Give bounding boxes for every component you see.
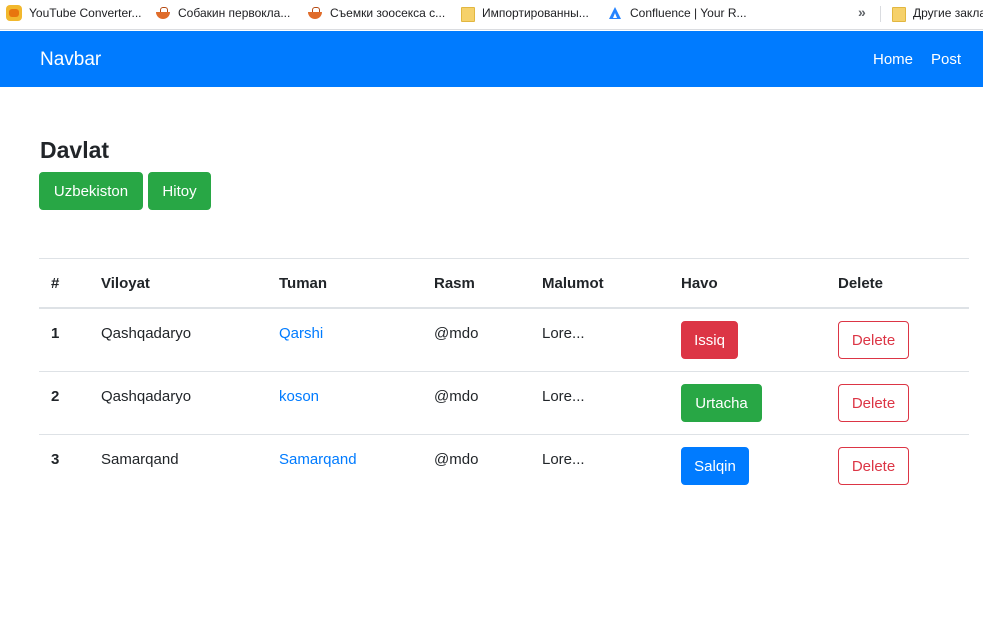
nav-link-home[interactable]: Home: [873, 51, 913, 68]
nav-link-post[interactable]: Post: [931, 51, 961, 68]
bookmarks-overflow-chevron-icon[interactable]: »: [858, 4, 866, 20]
bookmark-sobakin[interactable]: Собакин первокла...: [155, 0, 290, 26]
column-header-viloyat: Viloyat: [101, 275, 150, 292]
navbar: Navbar Home Post: [0, 31, 983, 87]
column-header-rasm: Rasm: [434, 275, 475, 292]
table-row-1-viloyat: Qashqadaryo: [101, 325, 192, 342]
navbar-brand[interactable]: Navbar: [40, 49, 101, 71]
table-row-1-rasm: @mdo: [434, 325, 479, 342]
table-header-border: [39, 307, 969, 309]
row-3-delete-button[interactable]: Delete: [838, 447, 909, 485]
uzbekiston-button[interactable]: Uzbekiston: [39, 172, 143, 210]
row-1-delete-button[interactable]: Delete: [838, 321, 909, 359]
table-row-2-viloyat: Qashqadaryo: [101, 388, 192, 405]
table-row-3-viloyat: Samarqand: [101, 451, 179, 468]
table-row-2-tuman-link[interactable]: koson: [279, 388, 319, 405]
table-row-1-number: 1: [51, 325, 60, 342]
column-header-havo: Havo: [681, 275, 718, 292]
bookmarks-bar: YouTube Converter... Собакин первокла...…: [0, 0, 983, 30]
table-row-1-malumot: Lore...: [542, 325, 585, 342]
table-row-2-number: 2: [51, 388, 60, 405]
bookmark-imported[interactable]: Импортированны...: [459, 0, 589, 26]
bookmark-other[interactable]: Другие закла: [890, 0, 983, 26]
table-row-1-tuman-link[interactable]: Qarshi: [279, 325, 323, 342]
bookmark-label: Confluence | Your R...: [630, 6, 747, 20]
bookmark-label: Съемки зоосекса с...: [330, 6, 446, 20]
table-row-3-number: 3: [51, 451, 60, 468]
havo-urtacha-button[interactable]: Urtacha: [681, 384, 762, 422]
table-row-3-tuman-link[interactable]: Samarqand: [279, 451, 357, 468]
table-row-3-rasm: @mdo: [434, 451, 479, 468]
table-row-2-rasm: @mdo: [434, 388, 479, 405]
table-row-3-malumot: Lore...: [542, 451, 585, 468]
confluence-icon: [607, 5, 623, 21]
bookmark-label: Собакин первокла...: [178, 6, 291, 20]
bookmark-syemki[interactable]: Съемки зоосекса с...: [307, 0, 445, 26]
bookmark-youtube-converter[interactable]: YouTube Converter...: [6, 0, 142, 26]
havo-issiq-button[interactable]: Issiq: [681, 321, 738, 359]
column-header-tuman: Tuman: [279, 275, 328, 292]
row-2-delete-button[interactable]: Delete: [838, 384, 909, 422]
table-row-2-malumot: Lore...: [542, 388, 585, 405]
bookmark-label: Другие закла: [913, 6, 983, 20]
bookmarks-divider: [880, 6, 881, 22]
bookmark-label: Импортированны...: [482, 6, 589, 20]
bowl-icon: [155, 5, 171, 21]
column-header-number: #: [51, 275, 60, 292]
column-header-malumot: Malumot: [542, 275, 604, 292]
table-row-divider: [39, 434, 969, 435]
bookmark-label: YouTube Converter...: [29, 6, 142, 20]
column-header-delete: Delete: [838, 275, 884, 292]
page-title: Davlat: [40, 137, 110, 163]
folder-icon: [890, 5, 906, 22]
hitoy-button[interactable]: Hitoy: [148, 172, 211, 210]
table-top-border: [39, 258, 969, 259]
bowl-icon: [307, 5, 323, 21]
table-row-divider: [39, 371, 969, 372]
youtube-converter-icon: [6, 5, 22, 21]
bookmark-confluence[interactable]: Confluence | Your R...: [607, 0, 747, 26]
folder-icon: [459, 5, 475, 22]
havo-salqin-button[interactable]: Salqin: [681, 447, 749, 485]
